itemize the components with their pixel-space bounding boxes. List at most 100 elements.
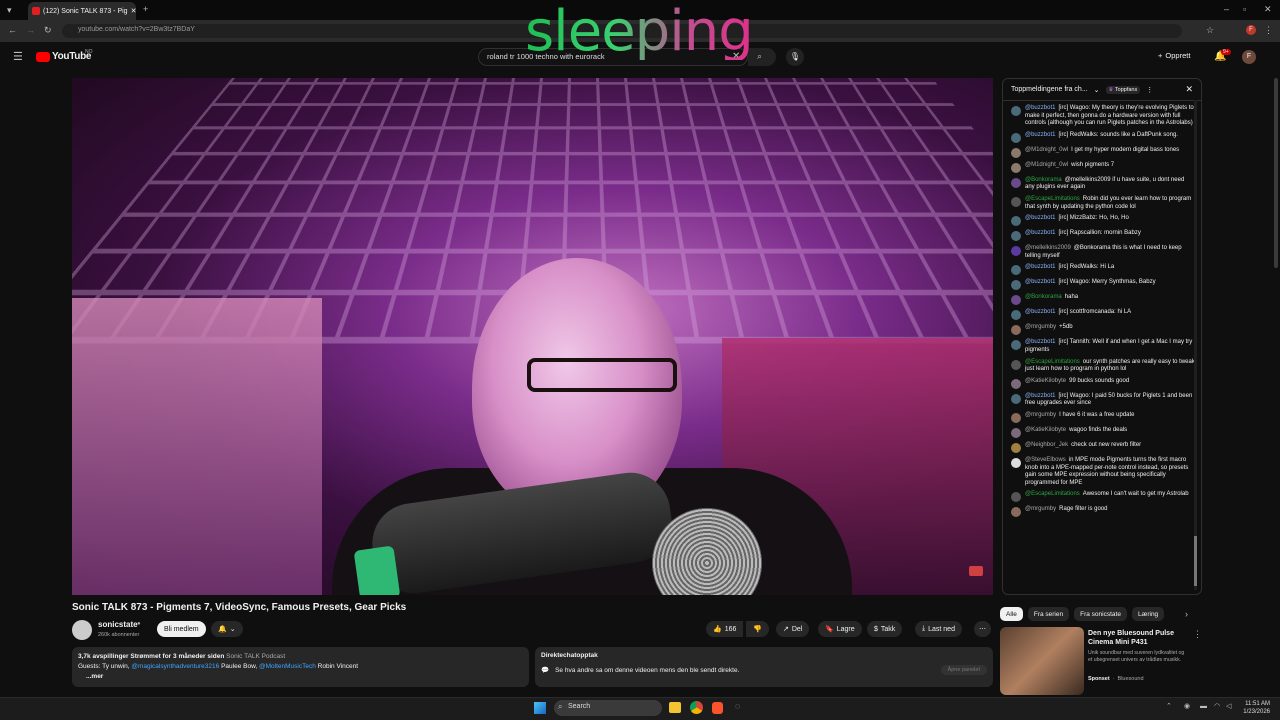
open-panel-button[interactable]: Åpne panelet bbox=[940, 665, 987, 675]
chat-author-avatar[interactable] bbox=[1011, 442, 1021, 453]
taskbar-search[interactable]: Search bbox=[554, 700, 662, 716]
podcast-link[interactable]: Sonic TALK Podcast bbox=[226, 653, 285, 660]
chat-author[interactable]: @M1dnight_0wl bbox=[1025, 162, 1068, 168]
chat-author[interactable]: @SteveElbows bbox=[1025, 457, 1066, 463]
chat-author-avatar[interactable] bbox=[1011, 196, 1021, 207]
app-icon[interactable]: ◌ bbox=[735, 702, 740, 711]
chat-author[interactable]: @buzzbot1 bbox=[1025, 339, 1055, 345]
chat-author-avatar[interactable] bbox=[1011, 457, 1021, 468]
voice-search-icon[interactable]: 🎙 bbox=[786, 48, 804, 66]
network-icon[interactable]: ◉ bbox=[1184, 703, 1190, 710]
chat-author[interactable]: @mellelkins2009 bbox=[1025, 245, 1071, 251]
rec-thumbnail[interactable] bbox=[1000, 627, 1084, 695]
more-link[interactable]: ...mer bbox=[86, 673, 103, 680]
channel-watermark-icon[interactable] bbox=[969, 566, 983, 576]
channel-avatar[interactable] bbox=[72, 620, 92, 640]
chat-author-avatar[interactable] bbox=[1011, 265, 1021, 276]
bookmark-star-icon[interactable]: ☆ bbox=[1206, 26, 1214, 35]
chat-author-avatar[interactable] bbox=[1011, 162, 1021, 173]
chat-author-avatar[interactable] bbox=[1011, 147, 1021, 158]
chat-author[interactable]: @Bonkorama bbox=[1025, 294, 1062, 300]
guest-link-1[interactable]: @magicalsynthadventure3216 bbox=[131, 663, 219, 670]
chat-author[interactable]: @mrgumby bbox=[1025, 506, 1056, 512]
chat-author-avatar[interactable] bbox=[1011, 325, 1021, 336]
chat-author-avatar[interactable] bbox=[1011, 412, 1021, 423]
tray-chevron-icon[interactable]: ⌃ bbox=[1166, 703, 1172, 710]
chat-options-icon[interactable]: ⋮ bbox=[1146, 86, 1153, 94]
chat-author-avatar[interactable] bbox=[1011, 106, 1021, 116]
chat-author[interactable]: @buzzbot1 bbox=[1025, 215, 1055, 221]
chip-series[interactable]: Fra serien bbox=[1027, 607, 1070, 621]
tab-close-icon[interactable]: ✕ bbox=[131, 7, 136, 15]
download-button[interactable]: ⤓ Last ned bbox=[915, 621, 962, 637]
file-explorer-icon[interactable] bbox=[669, 702, 681, 713]
more-actions-button[interactable]: ⋯ bbox=[974, 621, 991, 637]
chat-author[interactable]: @KatieKilobyte bbox=[1025, 378, 1066, 384]
chat-author[interactable]: @buzzbot1 bbox=[1025, 230, 1055, 236]
minimize-icon[interactable]: – bbox=[1224, 5, 1229, 14]
chat-author[interactable]: @buzzbot1 bbox=[1025, 393, 1055, 399]
chip-channel[interactable]: Fra sonicstate bbox=[1074, 607, 1127, 621]
chip-learning[interactable]: Læring bbox=[1131, 607, 1165, 621]
maximize-icon[interactable]: ▫ bbox=[1243, 5, 1246, 14]
chat-author-avatar[interactable] bbox=[1011, 177, 1021, 188]
join-button[interactable]: Bli medlem bbox=[157, 621, 206, 637]
chrome-icon[interactable] bbox=[690, 701, 703, 714]
chat-mode-label[interactable]: Toppmeldingene fra ch... bbox=[1011, 86, 1088, 93]
youtube-logo-icon[interactable] bbox=[36, 52, 50, 62]
channel-name[interactable]: sonicstate bbox=[98, 620, 138, 629]
chat-author-avatar[interactable] bbox=[1011, 216, 1021, 227]
forward-icon[interactable]: → bbox=[26, 26, 35, 35]
chat-author[interactable]: @mrgumby bbox=[1025, 324, 1056, 330]
tab-list-icon[interactable]: ▾ bbox=[7, 6, 12, 15]
windows-start-icon[interactable] bbox=[534, 702, 546, 714]
dislike-button[interactable]: 👎 bbox=[746, 621, 769, 637]
chat-author-avatar[interactable] bbox=[1011, 132, 1021, 143]
chat-author-avatar[interactable] bbox=[1011, 310, 1021, 321]
chat-author-avatar[interactable] bbox=[1011, 231, 1021, 242]
chat-author[interactable]: @mrgumby bbox=[1025, 412, 1056, 418]
wifi-icon[interactable]: ◠ bbox=[1214, 703, 1220, 710]
chat-mode-chevron-icon[interactable]: ⌄ bbox=[1094, 86, 1100, 94]
chat-author[interactable]: @EscapeLimitations bbox=[1025, 196, 1080, 202]
rec-title[interactable]: Den nye Bluesound Pulse Cinema Mini P431 bbox=[1088, 629, 1186, 647]
chat-author[interactable]: @buzzbot1 bbox=[1025, 105, 1055, 111]
chip-next-icon[interactable]: › bbox=[1185, 610, 1188, 619]
chat-author[interactable]: @Bonkorama bbox=[1025, 177, 1062, 183]
create-button[interactable]: + Opprett bbox=[1158, 51, 1190, 60]
thanks-button[interactable]: $ Takk bbox=[867, 621, 903, 637]
chat-author-avatar[interactable] bbox=[1011, 427, 1021, 438]
guest-link-2[interactable]: @MoltenMusicTech bbox=[259, 663, 316, 670]
account-avatar[interactable]: F bbox=[1242, 50, 1256, 64]
chat-author[interactable]: @EscapeLimitations bbox=[1025, 359, 1080, 365]
language-icon[interactable]: ▬ bbox=[1200, 703, 1207, 710]
new-tab-icon[interactable]: + bbox=[143, 5, 148, 14]
chat-author-avatar[interactable] bbox=[1011, 295, 1021, 306]
chat-author[interactable]: @KatieKilobyte bbox=[1025, 427, 1066, 433]
rec-options-icon[interactable]: ⋮ bbox=[1193, 630, 1202, 639]
browser-menu-icon[interactable]: ⋮ bbox=[1264, 26, 1273, 35]
chat-author-avatar[interactable] bbox=[1011, 359, 1021, 370]
chat-author[interactable]: @buzzbot1 bbox=[1025, 264, 1055, 270]
chat-author[interactable]: @Neighbor_Jek bbox=[1025, 442, 1068, 448]
chat-author[interactable]: @M1dnight_0wl bbox=[1025, 147, 1068, 153]
description-box[interactable]: 3,7k avspillinger Strømmet for 3 måneder… bbox=[72, 647, 529, 687]
chat-author[interactable]: @EscapeLimitations bbox=[1025, 491, 1080, 497]
reload-icon[interactable]: ↻ bbox=[44, 26, 52, 35]
top-fans-badge[interactable]: ♛ Toppfans bbox=[1105, 85, 1141, 94]
chat-author-avatar[interactable] bbox=[1011, 492, 1021, 503]
chat-author[interactable]: @buzzbot1 bbox=[1025, 279, 1055, 285]
browser-tab[interactable]: (122) Sonic TALK 873 - Pig ✕ bbox=[28, 2, 136, 20]
volume-icon[interactable]: ◁ bbox=[1226, 703, 1231, 710]
chat-author[interactable]: @buzzbot1 bbox=[1025, 309, 1055, 315]
page-scrollbar-thumb[interactable] bbox=[1274, 78, 1278, 268]
chat-scrollbar[interactable] bbox=[1194, 100, 1197, 590]
hamburger-menu-icon[interactable]: ☰ bbox=[13, 52, 23, 63]
video-player[interactable] bbox=[72, 78, 993, 595]
chat-author-avatar[interactable] bbox=[1011, 280, 1021, 291]
window-close-icon[interactable]: ✕ bbox=[1264, 5, 1272, 14]
brave-icon[interactable] bbox=[712, 702, 723, 714]
chat-author-avatar[interactable] bbox=[1011, 507, 1021, 518]
chip-all[interactable]: Alle bbox=[1000, 607, 1023, 621]
chat-author-avatar[interactable] bbox=[1011, 246, 1021, 257]
